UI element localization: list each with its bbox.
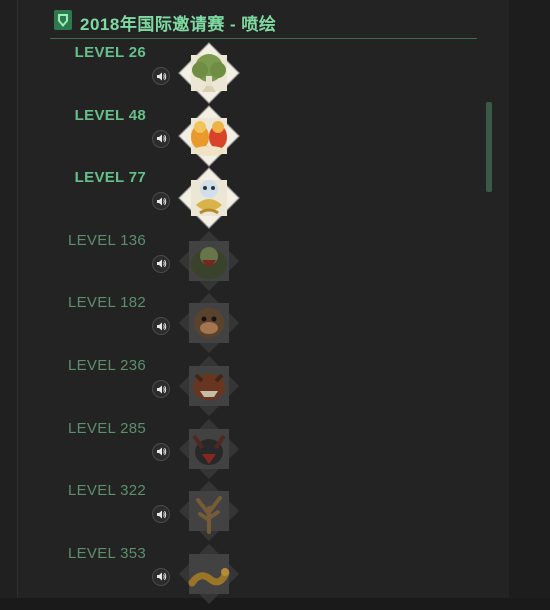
speaker-icon (156, 572, 166, 581)
level-label: LEVEL 77 (74, 169, 146, 187)
play-sound-button[interactable] (152, 192, 170, 211)
speaker-icon (156, 72, 166, 80)
level-label: LEVEL 285 (67, 419, 146, 437)
spray-row: LEVEL 236 (18, 353, 478, 417)
level-label: LEVEL 48 (74, 106, 146, 124)
play-sound-button[interactable] (152, 254, 170, 273)
speaker-icon (156, 134, 166, 143)
level-label: LEVEL 322 (67, 482, 146, 500)
spray-panel: 2018年国际邀请赛 - 喷绘 LEVEL 26 LEVEL 48 LEVEL 77… (17, 0, 510, 604)
play-sound-button[interactable] (152, 442, 170, 461)
level-label: LEVEL 182 (67, 294, 146, 312)
level-label: LEVEL 353 (67, 544, 146, 562)
section-title: 2018年国际邀请赛 - 喷绘 (80, 15, 277, 34)
spray-row: LEVEL 353 (18, 541, 478, 605)
coiled-serpent-spray-icon[interactable] (178, 543, 240, 605)
spray-row: LEVEL 322 (18, 478, 478, 542)
right-rail (509, 0, 550, 598)
level-label: LEVEL 26 (74, 44, 146, 61)
spray-row: LEVEL 182 (18, 290, 478, 354)
scrollbar-thumb[interactable] (486, 102, 492, 192)
spray-row: LEVEL 136 (18, 228, 478, 292)
section-header: 2018年国际邀请赛 - 喷绘 (18, 0, 509, 39)
green-shield-icon (54, 10, 72, 30)
dead-tree-spray-icon[interactable] (178, 480, 240, 542)
speaker-icon (156, 447, 166, 456)
speaker-icon (156, 510, 166, 519)
spray-row: LEVEL 77 (18, 165, 478, 230)
left-rail (0, 0, 18, 598)
header-divider (50, 38, 477, 39)
play-sound-button[interactable] (152, 67, 170, 85)
ape-face-spray-icon[interactable] (178, 292, 240, 354)
spray-row: LEVEL 285 (18, 416, 478, 480)
snake-creature-spray-icon[interactable] (178, 167, 240, 230)
play-sound-button[interactable] (152, 505, 170, 524)
play-sound-button[interactable] (152, 129, 170, 148)
monkeys-spray-icon[interactable] (178, 104, 240, 167)
play-sound-button[interactable] (152, 567, 170, 586)
level-label: LEVEL 236 (67, 357, 146, 374)
beast-spray-icon[interactable] (178, 355, 240, 417)
spray-row: LEVEL 48 (18, 103, 478, 167)
horned-monster-spray-icon[interactable] (178, 418, 240, 480)
speaker-icon (156, 322, 166, 331)
speaker-icon (156, 197, 166, 206)
play-sound-button[interactable] (152, 380, 170, 398)
play-sound-button[interactable] (152, 317, 170, 336)
level-label: LEVEL 136 (67, 231, 146, 249)
tree-spray-icon[interactable] (178, 42, 240, 104)
ogre-spray-icon[interactable] (178, 230, 240, 292)
scrollbar[interactable] (486, 40, 492, 590)
spray-row: LEVEL 26 (18, 40, 478, 104)
speaker-icon (156, 259, 166, 268)
speaker-icon (156, 385, 166, 393)
